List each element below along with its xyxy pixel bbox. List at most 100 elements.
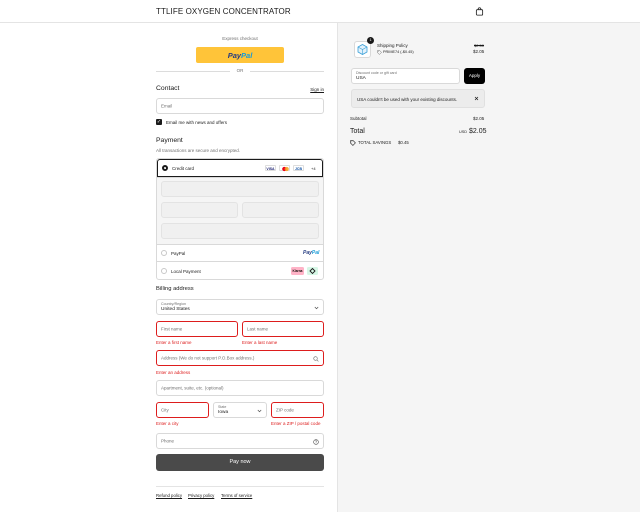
savings-tag-icon xyxy=(350,139,356,146)
chevron-down-icon xyxy=(257,409,262,413)
state-select[interactable]: State Iowa xyxy=(213,402,267,418)
first-name-error: Enter a first name xyxy=(156,340,192,345)
payment-subtitle: All transactions are secure and encrypte… xyxy=(156,148,241,153)
privacy-policy-link[interactable]: Privacy policy xyxy=(188,493,214,498)
last-name-error: Enter a last name xyxy=(242,340,278,345)
item-name: Shipping Policy xyxy=(377,43,408,48)
item-old-price: $2.50 xyxy=(474,43,485,48)
close-icon[interactable] xyxy=(474,96,479,101)
mastercard-icon xyxy=(279,165,290,172)
last-name-placeholder: Last name xyxy=(247,326,269,332)
card-details-area xyxy=(157,177,323,245)
total-value: $2.05 xyxy=(469,128,487,135)
address-error: Enter an address xyxy=(156,370,191,375)
paypal-label: PayPal xyxy=(171,251,186,256)
state-label: State xyxy=(218,405,227,409)
country-select[interactable]: Country/Region United States xyxy=(156,299,324,315)
first-name-placeholder: First name xyxy=(161,326,183,332)
search-icon[interactable] xyxy=(313,356,319,362)
or-text: OR xyxy=(236,68,244,73)
footer-divider xyxy=(156,486,324,487)
contact-heading: Contact xyxy=(156,85,180,92)
savings-label: TOTAL SAVINGS xyxy=(358,140,392,145)
phone-placeholder: Phone xyxy=(161,438,175,444)
total-label: Total xyxy=(350,128,365,135)
news-checkbox[interactable]: ✓ xyxy=(156,119,162,125)
city-error: Enter a city xyxy=(156,421,179,426)
divider-line xyxy=(250,71,324,72)
pay-now-button[interactable]: Pay now xyxy=(156,454,324,471)
discount-value: USA xyxy=(356,75,366,81)
zip-field[interactable]: ZIP code xyxy=(271,402,324,418)
paypal-express-button[interactable]: Pay Pal xyxy=(196,47,284,63)
paypal-logo: PayPal xyxy=(303,250,319,256)
state-value: Iowa xyxy=(218,409,229,415)
credit-card-option[interactable]: Credit card VISA JCB +4 xyxy=(157,159,323,177)
address-field[interactable]: Address (We do not support P.O.Box addre… xyxy=(156,350,324,366)
country-label: Country/Region xyxy=(161,302,186,306)
card-cvc-field[interactable] xyxy=(242,202,319,218)
zip-error: Enter a ZIP / postal code xyxy=(271,421,321,426)
discount-field[interactable]: Discount code or gift card USA xyxy=(351,68,460,84)
store-title[interactable]: TTLIFE OXYGEN CONCENTRATOR xyxy=(156,7,291,16)
apartment-field[interactable]: Apartment, suite, etc. (optional) xyxy=(156,380,324,396)
card-name-field[interactable] xyxy=(161,223,319,239)
paypal-logo-pal: Pal xyxy=(311,250,320,256)
credit-card-label: Credit card xyxy=(172,166,195,171)
email-field[interactable]: Email xyxy=(156,98,324,114)
savings-value: $0.45 xyxy=(398,140,409,145)
apartment-placeholder: Apartment, suite, etc. (optional) xyxy=(161,385,224,391)
order-summary: 1 Shipping Policy PRIME74 (-$0.45) $2.50… xyxy=(337,23,640,512)
box-icon xyxy=(357,44,368,55)
help-icon[interactable] xyxy=(313,438,319,445)
city-field[interactable]: City xyxy=(156,402,209,418)
visa-icon: VISA xyxy=(265,165,276,171)
zip-placeholder: ZIP code xyxy=(276,407,294,413)
subtotal-value: $2.05 xyxy=(473,116,485,121)
currency-code: USD xyxy=(459,130,468,134)
paypal-option[interactable]: PayPal PayPal xyxy=(157,245,323,262)
paypal-radio[interactable] xyxy=(161,250,167,256)
paypal-logo-pay: Pay xyxy=(303,250,312,256)
phone-field[interactable]: Phone xyxy=(156,433,324,449)
country-value: United States xyxy=(161,306,190,312)
klarna-icon: Klarna xyxy=(291,267,304,275)
last-name-field[interactable]: Last name xyxy=(242,321,324,337)
billing-heading: Billing address xyxy=(156,286,194,292)
refund-policy-link[interactable]: Refund policy xyxy=(156,493,182,498)
item-discount: PRIME74 (-$0.45) xyxy=(383,50,414,54)
apply-button[interactable]: Apply xyxy=(464,68,485,84)
chevron-down-icon xyxy=(314,306,319,310)
terms-of-service-link[interactable]: Terms of service xyxy=(221,493,252,498)
card-expiry-field[interactable] xyxy=(161,202,238,218)
first-name-field[interactable]: First name xyxy=(156,321,238,337)
notice-text: USA couldn't be used with your existing … xyxy=(357,96,458,102)
jcb-icon: JCB xyxy=(293,165,304,171)
item-price: $2.05 xyxy=(473,49,485,54)
paypal-logo-pay: Pay xyxy=(227,50,242,60)
quantity-badge: 1 xyxy=(367,37,374,44)
payment-methods: Credit card VISA JCB +4 PayPal PayPal Lo… xyxy=(156,158,324,280)
news-label: Email me with news and offers xyxy=(166,120,227,125)
local-payment-label: Local Payment xyxy=(171,269,201,274)
subtotal-label: Subtotal xyxy=(350,116,367,121)
tag-icon xyxy=(377,49,382,55)
sign-in-link[interactable]: Sign in xyxy=(310,87,324,92)
express-checkout-label: Express checkout xyxy=(222,36,258,41)
or-divider: OR xyxy=(156,68,324,74)
credit-card-radio[interactable] xyxy=(162,165,168,171)
paypal-logo-pal: Pal xyxy=(241,50,253,60)
card-number-field[interactable] xyxy=(161,181,319,197)
discount-notice: USA couldn't be used with your existing … xyxy=(351,89,485,108)
header: TTLIFE OXYGEN CONCENTRATOR xyxy=(0,0,640,23)
shopping-bag-icon[interactable] xyxy=(475,7,484,16)
address-placeholder: Address (We do not support P.O.Box addre… xyxy=(161,355,255,361)
local-payment-radio[interactable] xyxy=(161,268,167,274)
payment-heading: Payment xyxy=(156,137,183,144)
local-payment-option[interactable]: Local Payment Klarna xyxy=(157,262,323,279)
afterpay-icon xyxy=(307,267,318,275)
more-brands-text: +4 xyxy=(311,166,316,171)
city-placeholder: City xyxy=(161,407,169,413)
divider-line xyxy=(156,71,230,72)
discount-label: Discount code or gift card xyxy=(356,71,397,75)
